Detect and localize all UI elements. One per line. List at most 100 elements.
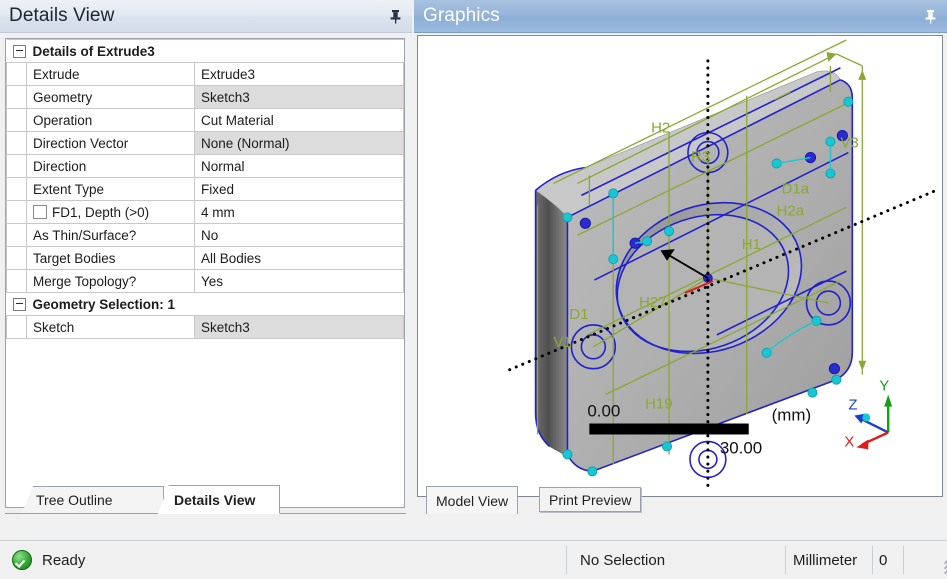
status-count-label: 0: [879, 546, 887, 574]
fd1-checkbox[interactable]: [33, 205, 47, 219]
dim-label: D1a: [782, 180, 810, 197]
row-label: Sketch: [27, 316, 195, 339]
table-row[interactable]: Extent Type Fixed: [7, 178, 404, 201]
dim-label: V1: [553, 334, 571, 351]
triad-z-label: Z: [848, 397, 857, 414]
table-row[interactable]: Sketch Sketch3: [7, 316, 404, 339]
cad-model-viewport[interactable]: H2 V3 R3 D1a H2a H1 D1 V1 H27 H19 0.00 3…: [418, 36, 942, 496]
table-row[interactable]: As Thin/Surface? No: [7, 224, 404, 247]
table-row[interactable]: Operation Cut Material: [7, 109, 404, 132]
body-side-face: [536, 190, 568, 456]
row-label: Extrude: [27, 63, 195, 86]
dim-label: R3: [691, 149, 710, 166]
row-label: Geometry: [27, 86, 195, 109]
details-table-body: Details of Extrude3 Extrude Extrude3 Geo…: [7, 40, 404, 339]
tab-details-view[interactable]: Details View: [158, 485, 280, 514]
row-label: Extent Type: [27, 178, 195, 201]
row-spacer: [7, 63, 27, 86]
row-spacer: [7, 224, 27, 247]
row-value[interactable]: Extrude3: [195, 63, 404, 86]
constraint-point: [664, 227, 673, 236]
row-label: Merge Topology?: [27, 270, 195, 293]
tab-print-preview[interactable]: Print Preview: [539, 487, 641, 512]
minus-box-icon: [13, 298, 26, 311]
table-row[interactable]: Direction Normal: [7, 155, 404, 178]
status-unit-label: Millimeter: [793, 546, 857, 574]
row-value[interactable]: None (Normal): [195, 132, 404, 155]
group-collapse-toggle[interactable]: [7, 40, 27, 63]
row-spacer: [7, 178, 27, 201]
constraint-point-blue: [580, 218, 590, 228]
triad-y-label: Y: [879, 378, 889, 395]
row-label: Target Bodies: [27, 247, 195, 270]
constraint-point: [808, 388, 817, 397]
status-separator: [785, 546, 786, 574]
triad-y-arrow: [884, 395, 892, 407]
status-state-label: Ready: [42, 552, 85, 569]
dim-label: D1: [569, 306, 588, 323]
status-ready-cell: Ready: [12, 546, 85, 574]
dim-label: H2: [651, 120, 670, 137]
triad-x-arrow: [856, 439, 868, 449]
details-view-title: Details View: [9, 5, 114, 27]
row-value[interactable]: Normal: [195, 155, 404, 178]
graphics-header: Graphics: [414, 0, 947, 33]
details-group-header-row[interactable]: Details of Extrude3: [7, 40, 404, 63]
row-label: Operation: [27, 109, 195, 132]
details-view-panel: Details View Details of Extrude3: [0, 0, 412, 536]
tab-model-view-label: Model View: [436, 493, 508, 509]
scale-max-label: 30.00: [720, 438, 762, 457]
table-row[interactable]: Direction Vector None (Normal): [7, 132, 404, 155]
group-title: Details of Extrude3: [27, 40, 404, 63]
pin-glyph: [389, 9, 402, 24]
status-separator: [872, 546, 873, 574]
row-spacer: [7, 109, 27, 132]
scale-unit-label: (mm): [772, 406, 811, 425]
pin-glyph: [924, 9, 937, 24]
constraint-point: [563, 213, 572, 222]
designmodeler-window: Details View Details of Extrude3: [0, 0, 947, 579]
tab-model-view[interactable]: Model View: [426, 486, 518, 514]
table-row[interactable]: Merge Topology? Yes: [7, 270, 404, 293]
graphics-viewport-container[interactable]: H2 V3 R3 D1a H2a H1 D1 V1 H27 H19 0.00 3…: [417, 35, 943, 497]
pin-icon[interactable]: [386, 7, 404, 25]
dim-label: H19: [645, 396, 672, 413]
table-row[interactable]: FD1, Depth (>0) 4 mm: [7, 201, 404, 224]
dim-label: H27: [639, 294, 666, 311]
graphics-title: Graphics: [423, 5, 500, 27]
triad-x-label: X: [844, 433, 854, 450]
dim-label: H2a: [777, 202, 805, 219]
row-value[interactable]: No: [195, 224, 404, 247]
table-row[interactable]: Target Bodies All Bodies: [7, 247, 404, 270]
constraint-point-blue: [829, 364, 839, 374]
details-group-header-row[interactable]: Geometry Selection: 1: [7, 293, 404, 316]
row-value[interactable]: Cut Material: [195, 109, 404, 132]
row-spacer: [7, 155, 27, 178]
resize-grip-icon[interactable]: [929, 561, 946, 578]
axis-triad[interactable]: Y Z X: [844, 378, 892, 451]
details-table-container[interactable]: Details of Extrude3 Extrude Extrude3 Geo…: [5, 38, 405, 508]
row-value[interactable]: 4 mm: [195, 201, 404, 224]
row-value[interactable]: Sketch3: [195, 316, 404, 339]
tab-tree-outline[interactable]: Tree Outline: [22, 486, 164, 513]
row-value[interactable]: Sketch3: [195, 86, 404, 109]
details-view-header: Details View: [0, 0, 412, 33]
table-row[interactable]: Geometry Sketch3: [7, 86, 404, 109]
group-collapse-toggle[interactable]: [7, 293, 27, 316]
row-label: Direction Vector: [27, 132, 195, 155]
dim-label: V3: [840, 135, 858, 152]
tab-print-preview-label: Print Preview: [549, 492, 631, 508]
status-separator: [903, 546, 904, 574]
row-value[interactable]: All Bodies: [195, 247, 404, 270]
row-spacer: [7, 86, 27, 109]
status-selection-label: No Selection: [580, 546, 665, 574]
pin-icon[interactable]: [921, 7, 939, 25]
arrow-v3: [858, 361, 866, 371]
row-value[interactable]: Fixed: [195, 178, 404, 201]
dim-ext-h2: [836, 54, 862, 66]
table-row[interactable]: Extrude Extrude3: [7, 63, 404, 86]
scale-bar-rect: [589, 424, 748, 435]
triad-hub: [862, 414, 870, 422]
row-value[interactable]: Yes: [195, 270, 404, 293]
minus-box-icon: [13, 45, 26, 58]
